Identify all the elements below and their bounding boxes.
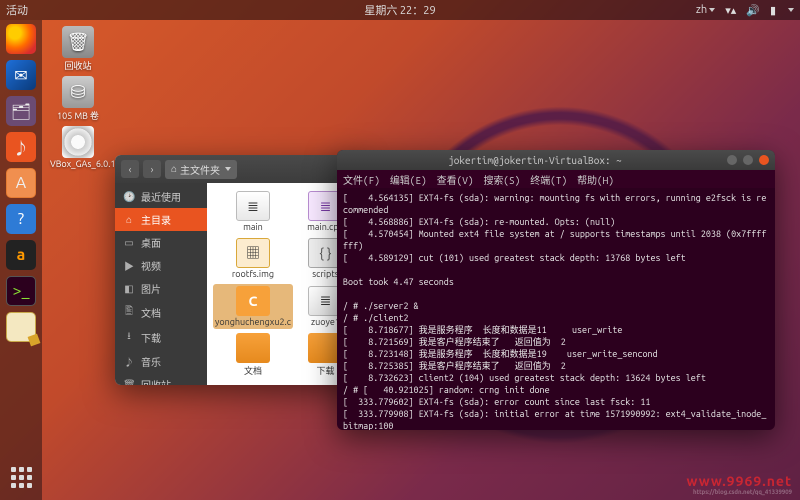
menu-item[interactable]: 搜索(S)	[483, 172, 520, 187]
file-label: rootfs.img	[215, 269, 291, 279]
sidebar-item-文档[interactable]: 🖺 文档	[115, 300, 207, 325]
desktop-cd[interactable]: VBox_GAs_6.0.12	[50, 126, 106, 169]
sidebar-icon: ⌂	[123, 214, 135, 226]
sidebar-item-label: 图片	[141, 281, 161, 296]
desktop-icons: 🗑 回收站 ⛁ 105 MB 卷 VBox_GAs_6.0.12	[50, 26, 106, 169]
img-icon: ▦	[236, 238, 270, 268]
network-icon[interactable]: ▾▴	[725, 4, 736, 17]
file-label: yonghuchengxu2.c	[215, 317, 291, 327]
terminal-output[interactable]: [ 4.564135] EXT4-fs (sda): warning: moun…	[337, 188, 775, 430]
sidebar-item-桌面[interactable]: ▭ 桌面	[115, 231, 207, 254]
activities-button[interactable]: 活动	[6, 2, 28, 18]
desktop-trash[interactable]: 🗑 回收站	[50, 26, 106, 72]
desktop-label: VBox_GAs_6.0.12	[50, 159, 106, 169]
dock-rhythmbox[interactable]: ♪	[6, 132, 36, 162]
file-item[interactable]: Cyonghuchengxu2.c	[213, 284, 293, 329]
sidebar-item-label: 最近使用	[141, 189, 181, 204]
window-title: jokertim@jokertim-VirtualBox: ~	[343, 155, 727, 166]
clock[interactable]: 星期六 22：29	[364, 2, 435, 18]
sidebar-icon: ▭	[123, 237, 135, 249]
system-menu-icon[interactable]	[786, 4, 794, 16]
sidebar-item-label: 视频	[141, 258, 161, 273]
desktop-label: 回收站	[50, 59, 106, 72]
dock-amazon[interactable]: a	[6, 240, 36, 270]
sidebar-icon: ▶	[123, 258, 135, 273]
menu-item[interactable]: 终端(T)	[530, 172, 567, 187]
path-label: 主文件夹	[180, 162, 220, 177]
files-window: ‹ › ⌂ 主文件夹 🕑 最近使用 ⌂ 主目录 ▭ 桌面 ▶ 视频 ◧ 图片 🖺 文档 ⭳ 下载 ♪ 音乐 🗑 回…	[115, 155, 360, 385]
terminal-window: jokertim@jokertim-VirtualBox: ~ 文件(F) 编辑(…	[337, 150, 775, 430]
cd-icon	[62, 126, 94, 158]
dock: ✉ 🗂 ♪ A ? a >_	[0, 20, 42, 500]
sidebar-icon: ♪	[123, 354, 135, 369]
dock-software[interactable]: A	[6, 168, 36, 198]
c-icon: C	[236, 286, 270, 316]
sidebar-item-label: 文档	[141, 305, 161, 320]
sidebar-item-label: 音乐	[141, 354, 161, 369]
file-item[interactable]: 文档	[213, 331, 293, 379]
file-label: main	[215, 222, 291, 232]
minimize-button[interactable]	[727, 155, 737, 165]
input-lang[interactable]: zh	[696, 4, 715, 16]
file-label: 文档	[215, 364, 291, 377]
sidebar-item-最近使用[interactable]: 🕑 最近使用	[115, 185, 207, 208]
battery-icon[interactable]: ▮	[770, 4, 776, 17]
home-icon: ⌂	[171, 163, 177, 175]
path-bar[interactable]: ⌂ 主文件夹	[165, 160, 237, 179]
sidebar-item-音乐[interactable]: ♪ 音乐	[115, 350, 207, 373]
sidebar-icon: 🕑	[123, 191, 135, 203]
folder-icon	[236, 333, 270, 363]
sidebar-item-回收站[interactable]: 🗑 回收站	[115, 373, 207, 385]
dock-help[interactable]: ?	[6, 204, 36, 234]
volume-icon[interactable]: 🔊	[746, 4, 760, 17]
dock-thunderbird[interactable]: ✉	[6, 60, 36, 90]
desktop-label: 105 MB 卷	[50, 109, 106, 122]
sidebar-icon: ◧	[123, 283, 135, 295]
files-headerbar: ‹ › ⌂ 主文件夹	[115, 155, 360, 183]
sidebar-item-视频[interactable]: ▶ 视频	[115, 254, 207, 277]
sidebar-item-label: 桌面	[141, 235, 161, 250]
sidebar-icon: ⭳	[123, 329, 135, 346]
menu-item[interactable]: 查看(V)	[437, 172, 474, 187]
files-sidebar: 🕑最近使用⌂主目录▭桌面▶视频◧图片🖺文档⭳下载♪音乐🗑回收站○VBox_GA……	[115, 183, 207, 385]
file-item[interactable]: ▦rootfs.img	[213, 236, 293, 281]
sidebar-item-图片[interactable]: ◧ 图片	[115, 277, 207, 300]
file-item[interactable]: ≣main	[213, 189, 293, 234]
disk-icon: ⛁	[62, 76, 94, 108]
watermark: www.9969.net https://blog.csdn.net/qq_41…	[687, 473, 793, 496]
top-bar: 活动 星期六 22：29 zh ▾▴ 🔊 ▮	[0, 0, 800, 20]
sidebar-item-主目录[interactable]: ⌂ 主目录	[115, 208, 207, 231]
dock-firefox[interactable]	[6, 24, 36, 54]
terminal-titlebar[interactable]: jokertim@jokertim-VirtualBox: ~	[337, 150, 775, 170]
chevron-down-icon	[225, 167, 231, 171]
doc-icon: ≣	[236, 191, 270, 221]
menu-item[interactable]: 文件(F)	[343, 172, 380, 187]
trash-icon: 🗑	[62, 26, 94, 58]
sidebar-item-label: 主目录	[141, 212, 171, 227]
back-button[interactable]: ‹	[121, 160, 139, 178]
sidebar-icon: 🗑	[123, 379, 135, 386]
dock-files[interactable]: 🗂	[6, 96, 36, 126]
menu-item[interactable]: 编辑(E)	[390, 172, 427, 187]
dock-terminal[interactable]: >_	[6, 276, 36, 306]
maximize-button[interactable]	[743, 155, 753, 165]
forward-button[interactable]: ›	[143, 160, 161, 178]
show-applications-button[interactable]	[6, 462, 36, 492]
menu-item[interactable]: 帮助(H)	[577, 172, 614, 187]
sidebar-item-下载[interactable]: ⭳ 下载	[115, 325, 207, 350]
sidebar-icon: 🖺	[123, 304, 135, 321]
desktop-volume[interactable]: ⛁ 105 MB 卷	[50, 76, 106, 122]
dock-text-editor[interactable]	[6, 312, 36, 342]
close-button[interactable]	[759, 155, 769, 165]
sidebar-item-label: 回收站	[141, 377, 171, 385]
terminal-menubar: 文件(F) 编辑(E) 查看(V) 搜索(S) 终端(T) 帮助(H)	[337, 170, 775, 188]
sidebar-item-label: 下载	[141, 330, 161, 345]
